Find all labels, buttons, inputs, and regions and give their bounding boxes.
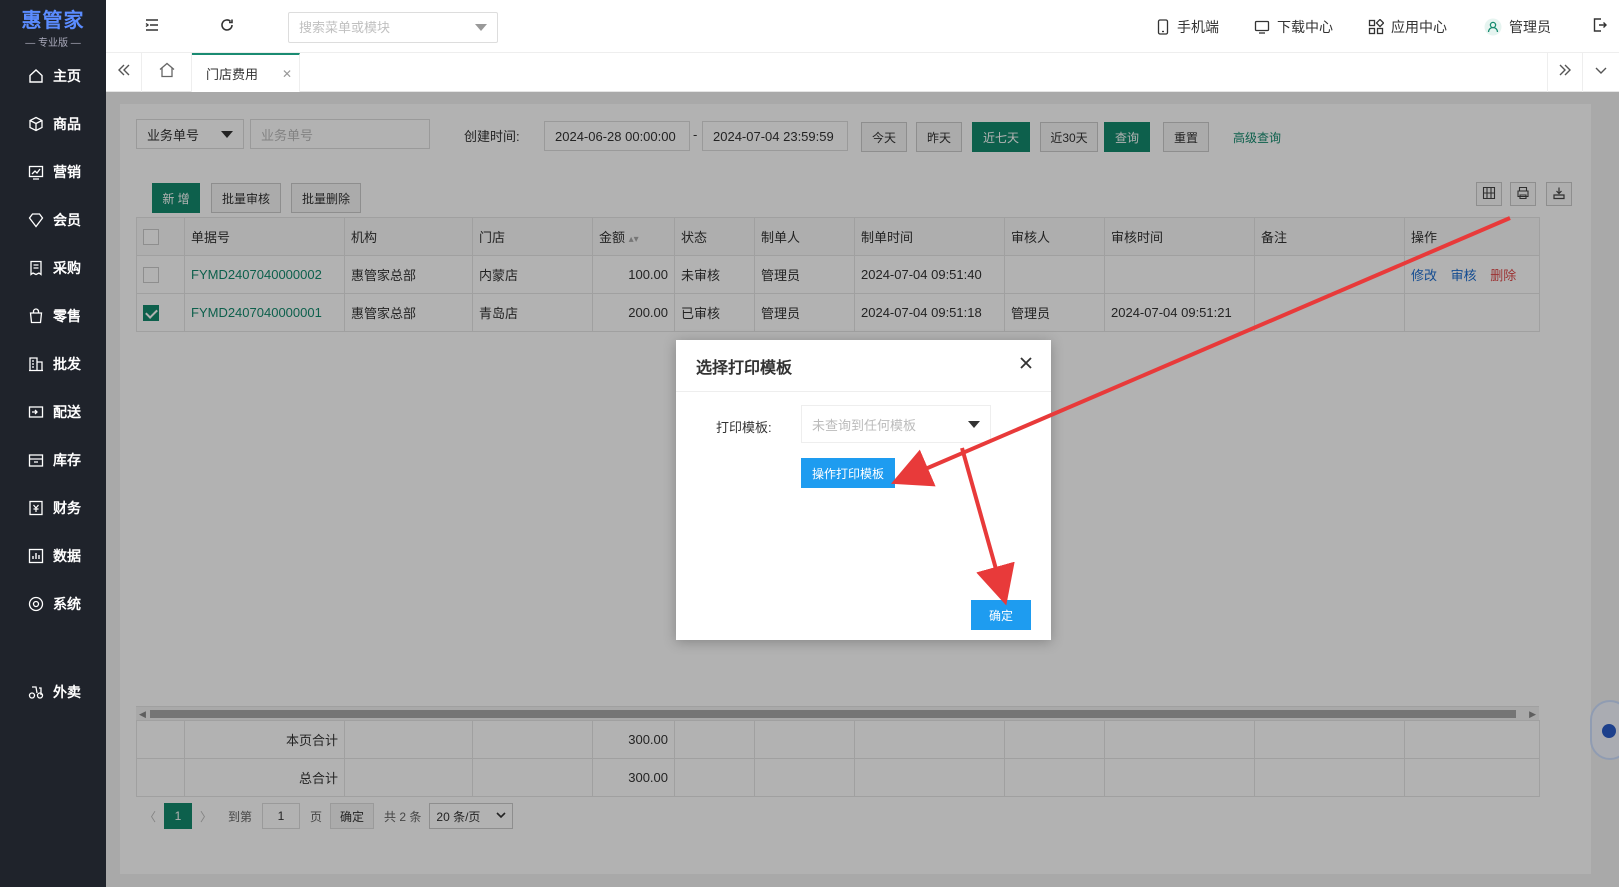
menu-fold-icon (144, 17, 160, 36)
tab-scroll-right-button[interactable] (1547, 53, 1583, 92)
logout-button[interactable] (1590, 16, 1610, 36)
chevron-down-icon (1594, 63, 1608, 82)
sidebar-item-member[interactable]: 会员 (0, 196, 106, 244)
sidebar-item-label: 营销 (53, 164, 81, 180)
phone-icon (1156, 18, 1170, 35)
sidebar-item-label: 会员 (53, 212, 81, 228)
menu-search-input[interactable] (299, 20, 475, 35)
tab-bar: 门店费用 ✕ (106, 53, 1619, 92)
top-header: 手机端 下载中心 应用中心 管理员 (106, 0, 1619, 53)
finance-icon (28, 500, 44, 516)
apps-label: 应用中心 (1391, 18, 1447, 35)
app-center-link[interactable]: 应用中心 (1368, 0, 1447, 53)
sidebar-item-label: 批发 (53, 356, 81, 372)
print-template-dialog: 选择打印模板 打印模板: 未查询到任何模板 操作打印模板 确定 (676, 340, 1051, 640)
print-template-select[interactable]: 未查询到任何模板 (801, 405, 991, 443)
close-icon[interactable] (1017, 354, 1035, 372)
diamond-icon (28, 212, 44, 228)
sidebar-item-home[interactable]: 主页 (0, 52, 106, 100)
refresh-icon (219, 17, 235, 36)
user-menu[interactable]: 管理员 (1484, 0, 1551, 53)
manage-print-template-button[interactable]: 操作打印模板 (801, 458, 895, 488)
sidebar-item-retail[interactable]: 零售 (0, 292, 106, 340)
sidebar: 惠管家 — 专业版 — 主页 商品 营销 会员 采购 零售 批发 配送 库存 财… (0, 0, 106, 887)
chart-icon (28, 164, 44, 180)
dialog-title: 选择打印模板 (676, 340, 1051, 392)
print-template-label: 打印模板: (716, 420, 772, 435)
brand-edition: — 专业版 — (25, 37, 81, 49)
menu-collapse-button[interactable] (142, 16, 162, 36)
sidebar-item-label: 外卖 (53, 684, 81, 700)
apps-grid-icon (1368, 18, 1384, 35)
double-chevron-right-icon (1558, 63, 1572, 82)
tab-home[interactable] (142, 53, 192, 92)
mobile-label: 手机端 (1177, 18, 1219, 35)
close-icon[interactable]: ✕ (282, 67, 292, 81)
sidebar-item-system[interactable]: 系统 (0, 580, 106, 628)
sidebar-item-label: 商品 (53, 116, 81, 132)
user-avatar-icon (1484, 18, 1502, 36)
sidebar-item-goods[interactable]: 商品 (0, 100, 106, 148)
sidebar-item-label: 主页 (53, 68, 81, 84)
download-center-link[interactable]: 下载中心 (1254, 0, 1333, 53)
tab-label: 门店费用 (206, 67, 259, 82)
sidebar-item-wholesale[interactable]: 批发 (0, 340, 106, 388)
logout-icon (1592, 17, 1608, 36)
monitor-icon (1254, 19, 1270, 35)
delivery-icon (28, 404, 44, 420)
sidebar-item-label: 库存 (53, 452, 81, 468)
takeout-icon (28, 684, 44, 700)
sidebar-item-delivery[interactable]: 配送 (0, 388, 106, 436)
sidebar-item-label: 配送 (53, 404, 81, 420)
sidebar-item-takeout[interactable]: 外卖 (0, 668, 106, 716)
sidebar-item-marketing[interactable]: 营销 (0, 148, 106, 196)
inventory-icon (28, 452, 44, 468)
sidebar-item-data[interactable]: 数据 (0, 532, 106, 580)
settings-icon (28, 596, 44, 612)
brand-name: 惠管家 (21, 9, 85, 32)
user-name: 管理员 (1509, 18, 1551, 35)
bag-icon (28, 308, 44, 324)
sidebar-item-label: 零售 (53, 308, 81, 324)
sidebar-item-inventory[interactable]: 库存 (0, 436, 106, 484)
sidebar-item-label: 财务 (53, 500, 81, 516)
building-icon (28, 356, 44, 372)
menu-search-select[interactable] (288, 12, 498, 43)
home-icon (158, 61, 176, 84)
sidebar-item-finance[interactable]: 财务 (0, 484, 106, 532)
sidebar-item-label: 采购 (53, 260, 81, 276)
tab-store-expense[interactable]: 门店费用 ✕ (192, 53, 300, 92)
sidebar-item-label: 系统 (53, 596, 81, 612)
box-icon (28, 116, 44, 132)
tab-scroll-left-button[interactable] (106, 53, 142, 92)
receipt-icon (28, 260, 44, 276)
confirm-button[interactable]: 确定 (971, 600, 1031, 630)
sidebar-item-label: 数据 (53, 548, 81, 564)
double-chevron-left-icon (117, 63, 131, 82)
chevron-down-icon (475, 24, 487, 31)
caret-down-icon (968, 420, 980, 428)
sidebar-item-purchase[interactable]: 采购 (0, 244, 106, 292)
mobile-link[interactable]: 手机端 (1156, 0, 1219, 53)
tab-menu-dropdown[interactable] (1583, 53, 1619, 92)
data-icon (28, 548, 44, 564)
refresh-button[interactable] (217, 16, 237, 36)
print-template-placeholder: 未查询到任何模板 (812, 417, 917, 433)
download-label: 下载中心 (1277, 18, 1333, 35)
home-icon (28, 68, 44, 84)
brand-logo[interactable]: 惠管家 — 专业版 — (0, 0, 106, 52)
